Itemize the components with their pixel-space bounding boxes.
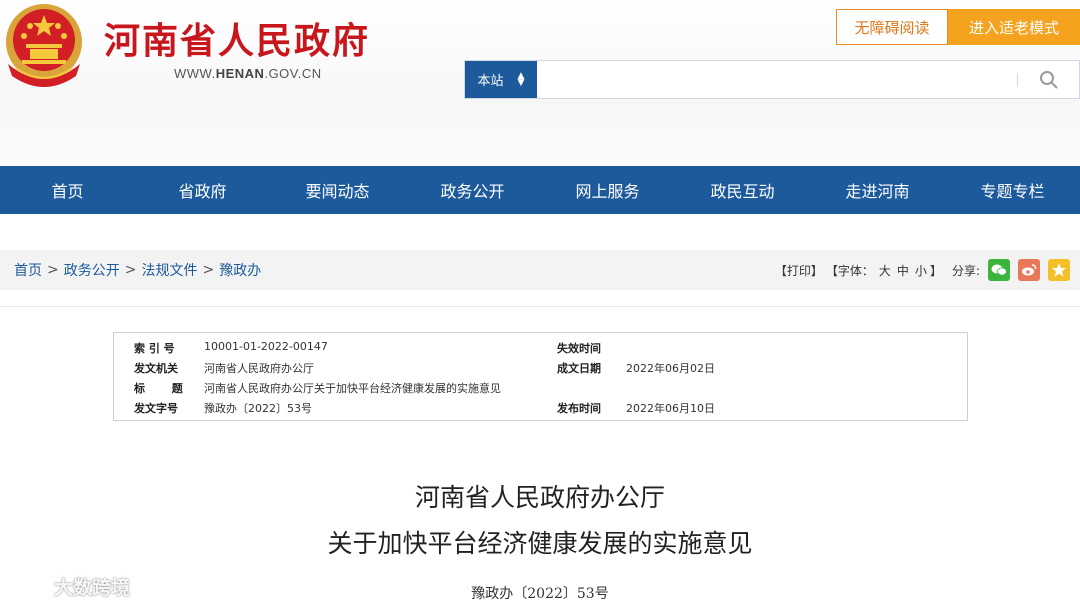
publish-time-label: 发布时间 — [557, 402, 601, 415]
breadcrumb-bar: 首页 > 政务公开 > 法规文件 > 豫政办 【打印】 【字体： 大 中 小 】… — [0, 250, 1080, 290]
search-bar: 本站 ▲ ▼ — [464, 60, 1080, 99]
issuer-label: 发文机关 — [134, 362, 178, 375]
national-emblem-icon — [6, 4, 82, 87]
font-small-button[interactable]: 小 — [915, 262, 927, 279]
breadcrumb-yuzhengban[interactable]: 豫政办 — [219, 260, 261, 280]
font-medium-button[interactable]: 中 — [897, 262, 909, 279]
search-scope-select[interactable]: 本站 ▲ ▼ — [465, 61, 537, 98]
main-nav: 首页 省政府 要闻动态 政务公开 网上服务 政民互动 走进河南 专题专栏 — [0, 166, 1080, 214]
breadcrumb-separator: > — [202, 262, 215, 278]
search-divider — [1017, 73, 1018, 87]
wechat-share-icon[interactable] — [988, 259, 1010, 281]
updown-arrows-icon: ▲ ▼ — [517, 70, 525, 88]
document-metadata-table: 索 引 号 10001-01-2022-00147 失效时间 发文机关 河南省人… — [113, 332, 968, 421]
weibo-share-icon[interactable] — [1018, 259, 1040, 281]
breadcrumb-separator: > — [124, 262, 137, 278]
nav-item-gov-affairs[interactable]: 政务公开 — [405, 166, 540, 214]
qzone-share-icon[interactable] — [1048, 259, 1070, 281]
accessibility-reading-button[interactable]: 无障碍阅读 — [836, 9, 948, 45]
print-button[interactable]: 【打印】 — [775, 262, 823, 279]
index-number-label: 索 引 号 — [134, 342, 175, 355]
search-input[interactable] — [543, 65, 1013, 94]
nav-item-home[interactable]: 首页 — [0, 166, 135, 214]
site-url-domain: HENAN — [215, 66, 265, 81]
document-title-line1: 河南省人民政府办公厅 — [414, 483, 665, 512]
site-url: WWW.HENAN.GOV.CN — [174, 66, 322, 81]
page-tools: 【打印】 【字体： 大 中 小 】 分享: — [772, 250, 1070, 290]
title-value: 河南省人民政府办公厅关于加快平台经济健康发展的实施意见 — [204, 382, 501, 395]
font-large-button[interactable]: 大 — [879, 262, 891, 279]
doc-number-label: 发文字号 — [134, 402, 178, 415]
watermark: 大数跨境 — [10, 572, 130, 600]
share-label: 分享: — [951, 263, 980, 278]
nav-item-online-services[interactable]: 网上服务 — [540, 166, 675, 214]
issuer-value: 河南省人民政府办公厅 — [204, 362, 314, 375]
watermark-text: 大数跨境 — [54, 576, 131, 599]
breadcrumb-regulations[interactable]: 法规文件 — [141, 260, 197, 280]
breadcrumb-gov-affairs[interactable]: 政务公开 — [64, 260, 120, 280]
elder-mode-button[interactable]: 进入适老模式 — [948, 9, 1080, 45]
nav-item-interaction[interactable]: 政民互动 — [675, 166, 810, 214]
expire-time-label: 失效时间 — [557, 342, 601, 355]
nav-item-provincial-gov[interactable]: 省政府 — [135, 166, 270, 214]
breadcrumb-home[interactable]: 首页 — [14, 260, 42, 280]
watermark-logo-icon — [10, 578, 50, 594]
site-title: 河南省人民政府 — [104, 21, 371, 62]
doc-number-value: 豫政办〔2022〕53号 — [204, 402, 312, 415]
font-size-label-close: 】 — [929, 263, 942, 278]
site-header: 河南省人民政府 WWW.HENAN.GOV.CN 无障碍阅读 进入适老模式 本站… — [0, 0, 1080, 166]
site-url-prefix: WWW. — [174, 66, 216, 81]
nav-item-special-topics[interactable]: 专题专栏 — [945, 166, 1080, 214]
search-icon[interactable] — [1037, 68, 1061, 92]
written-date-label: 成文日期 — [557, 362, 601, 375]
nav-item-about-henan[interactable]: 走进河南 — [810, 166, 945, 214]
search-scope-label: 本站 — [477, 74, 504, 89]
breadcrumb-separator: > — [47, 262, 59, 278]
document-number: 豫政办〔2022〕53号 — [471, 586, 609, 602]
site-url-suffix: .GOV.CN — [264, 66, 322, 81]
document-title-line2: 关于加快平台经济健康发展的实施意见 — [327, 529, 753, 558]
nav-item-news[interactable]: 要闻动态 — [270, 166, 405, 214]
publish-time-value: 2022年06月10日 — [626, 402, 715, 415]
font-size-label: 【字体： — [825, 263, 874, 278]
breadcrumb: 首页 > 政务公开 > 法规文件 > 豫政办 — [14, 250, 261, 290]
index-number-value: 10001-01-2022-00147 — [204, 340, 328, 353]
written-date-value: 2022年06月02日 — [626, 362, 715, 375]
title-label: 标 题 — [134, 382, 183, 395]
